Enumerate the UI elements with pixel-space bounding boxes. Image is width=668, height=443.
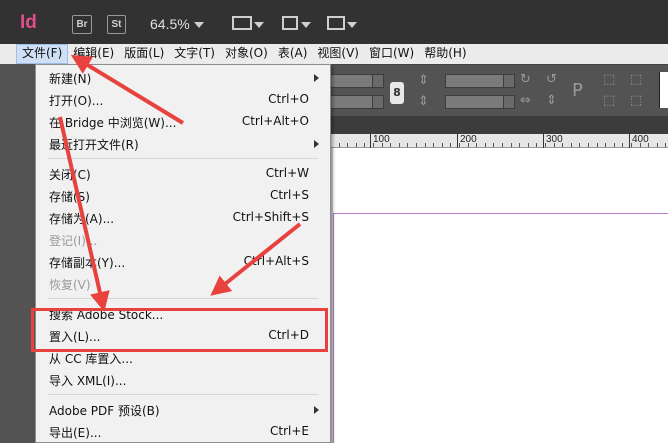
annotation-arrow-down-menu <box>58 116 110 312</box>
annotation-arrow-to-place <box>210 222 302 296</box>
annotation-arrows <box>58 54 302 312</box>
annotation-arrow-to-file-menu <box>70 54 185 125</box>
